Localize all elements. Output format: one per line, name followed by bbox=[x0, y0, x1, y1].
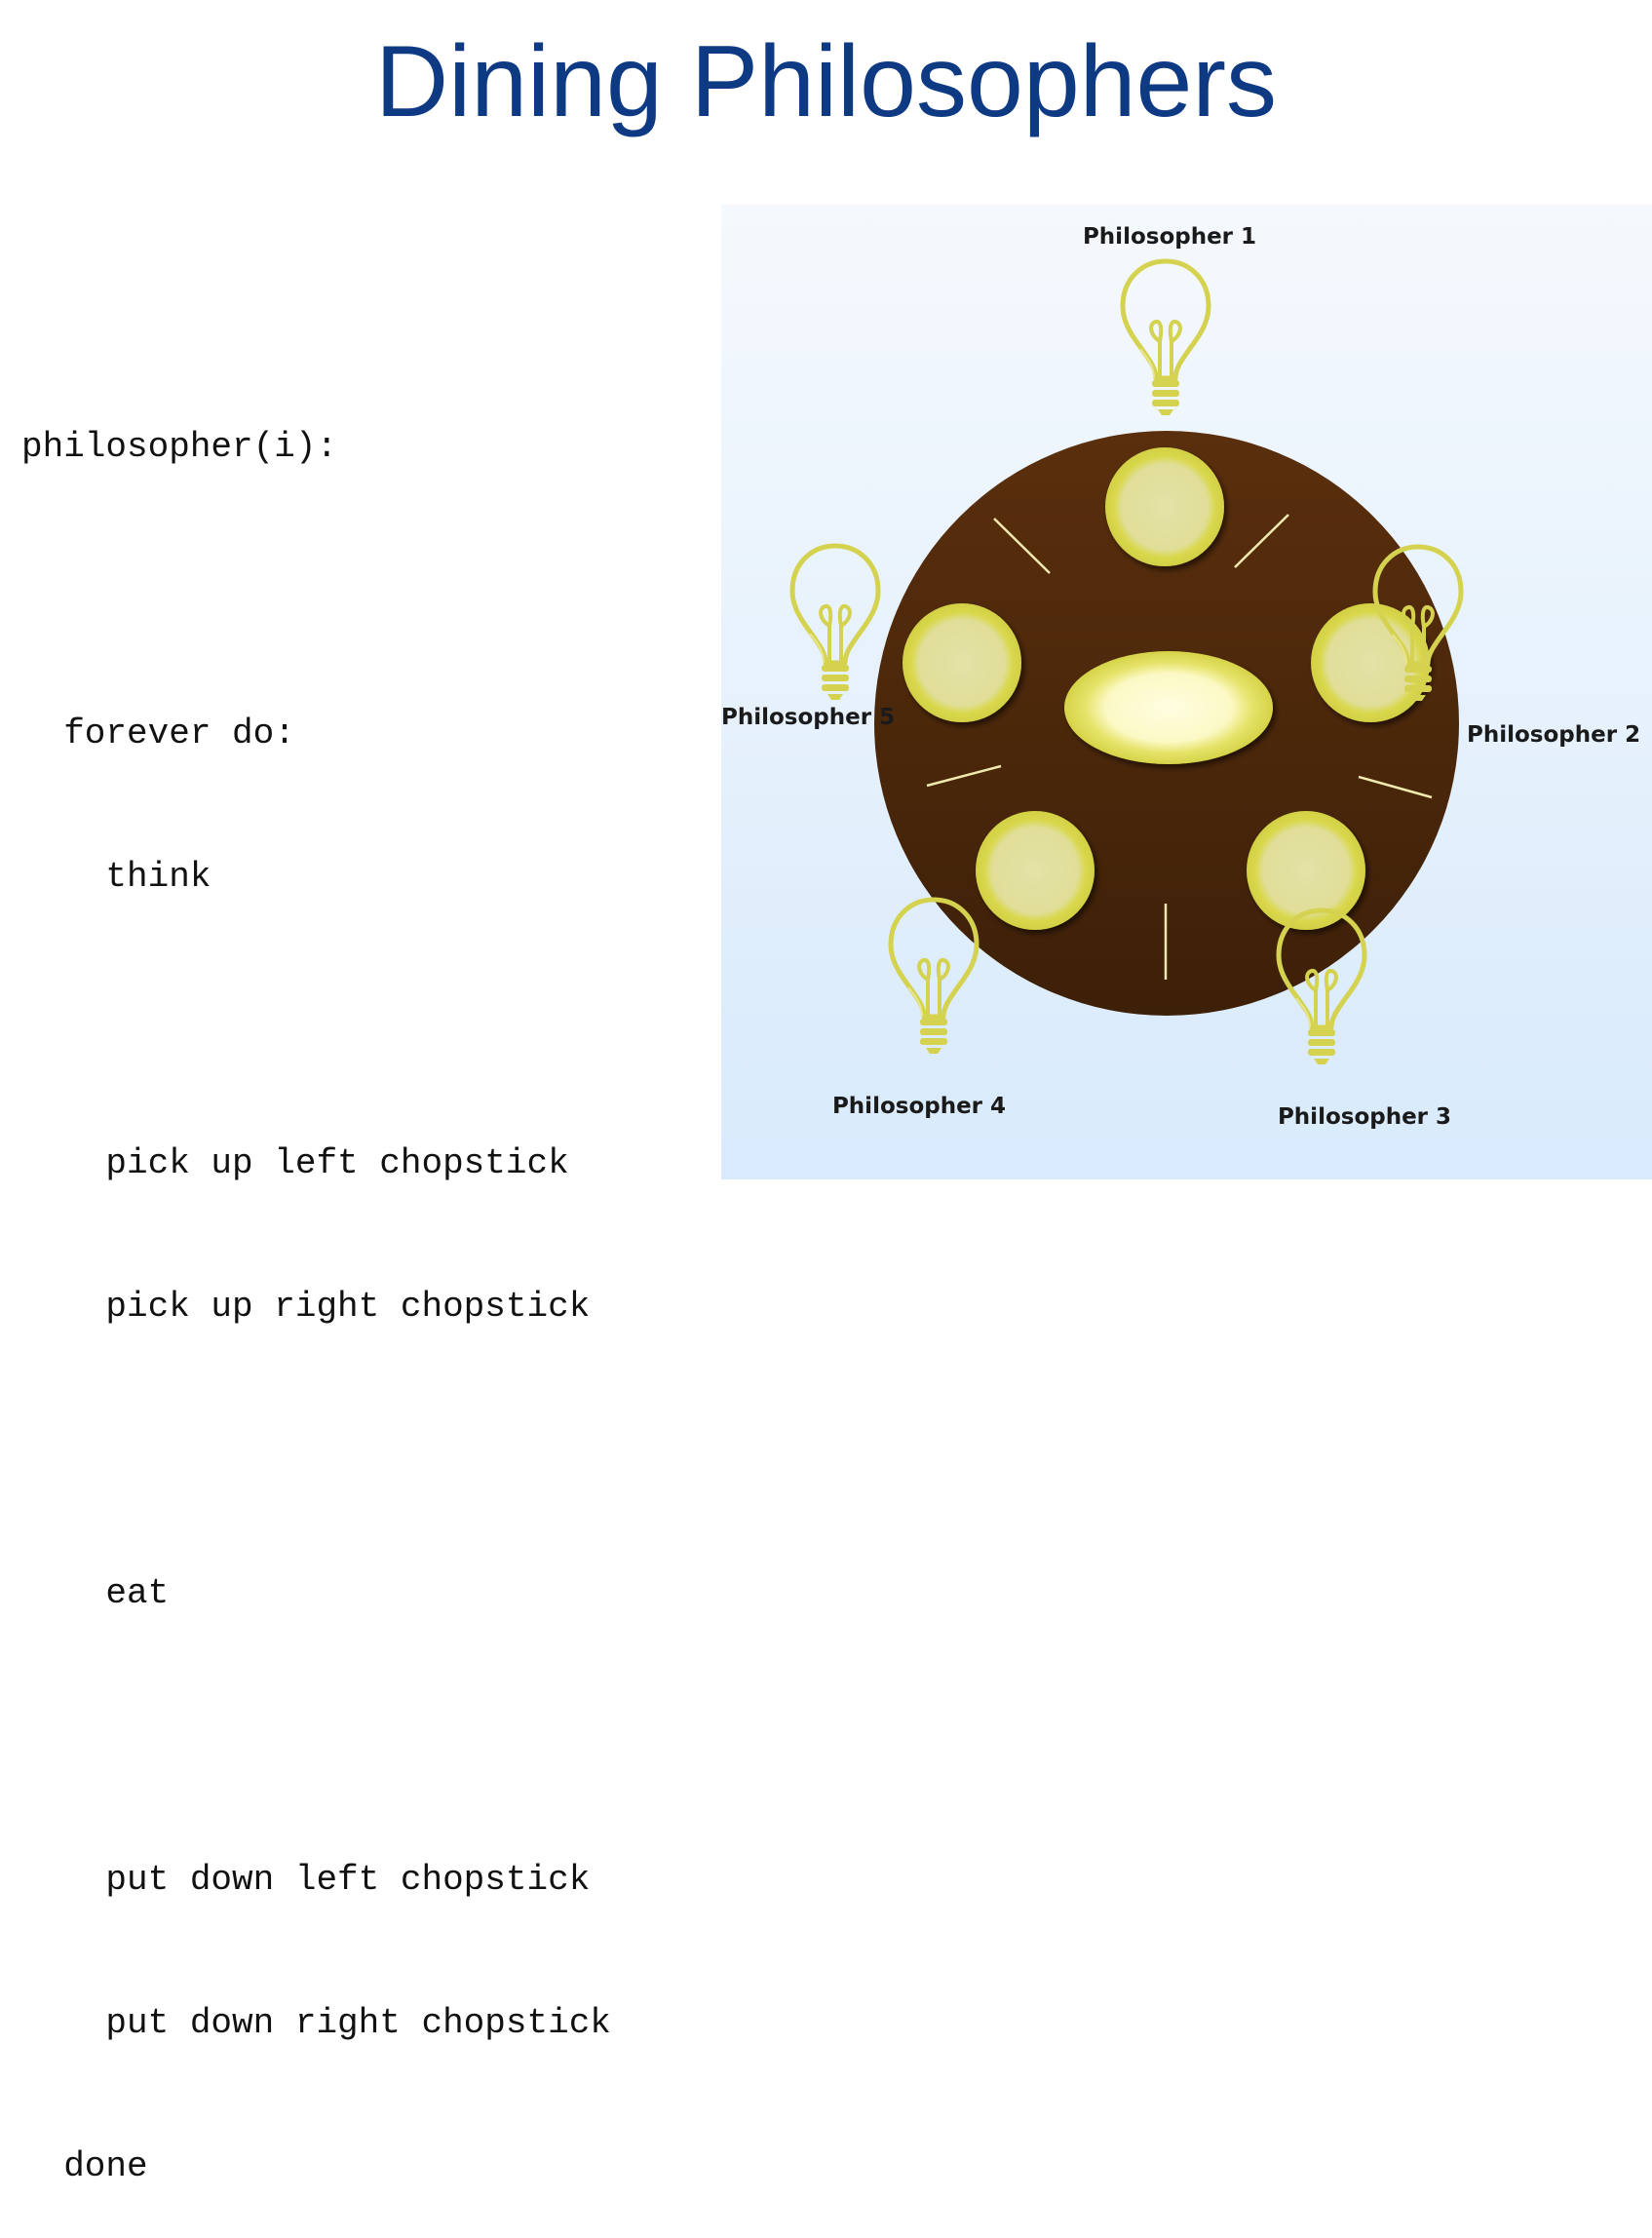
code-line: done bbox=[21, 2146, 148, 2186]
code-line: think bbox=[21, 857, 211, 897]
plate bbox=[976, 811, 1095, 930]
dining-table-svg: Philosopher 1 Philosopher 2 Philosopher … bbox=[721, 205, 1652, 1179]
code-line: pick up left chopstick bbox=[21, 1143, 569, 1183]
plate bbox=[1105, 447, 1224, 566]
philosopher-label: Philosopher 3 bbox=[1278, 1104, 1451, 1130]
slide-title: Dining Philosophers bbox=[375, 25, 1277, 138]
code-line: put down left chopstick bbox=[21, 1860, 591, 1900]
plate bbox=[903, 603, 1021, 722]
code-line: forever do: bbox=[21, 714, 295, 753]
code-line: philosopher(i): bbox=[21, 427, 338, 467]
dining-table-diagram: Philosopher 1 Philosopher 2 Philosopher … bbox=[721, 205, 1652, 1179]
code-line: eat bbox=[21, 1573, 170, 1613]
code-line: pick up right chopstick bbox=[21, 1287, 591, 1327]
philosopher-label: Philosopher 1 bbox=[1083, 224, 1256, 250]
serving-bowl bbox=[1064, 651, 1273, 764]
philosopher-label: Philosopher 2 bbox=[1467, 722, 1640, 748]
philosopher-label: Philosopher 4 bbox=[832, 1094, 1006, 1119]
code-line: put down right chopstick bbox=[21, 2003, 611, 2043]
philosopher-label: Philosopher 5 bbox=[721, 705, 895, 730]
pseudocode-block: philosopher(i): forever do: think pick u… bbox=[21, 328, 611, 2238]
